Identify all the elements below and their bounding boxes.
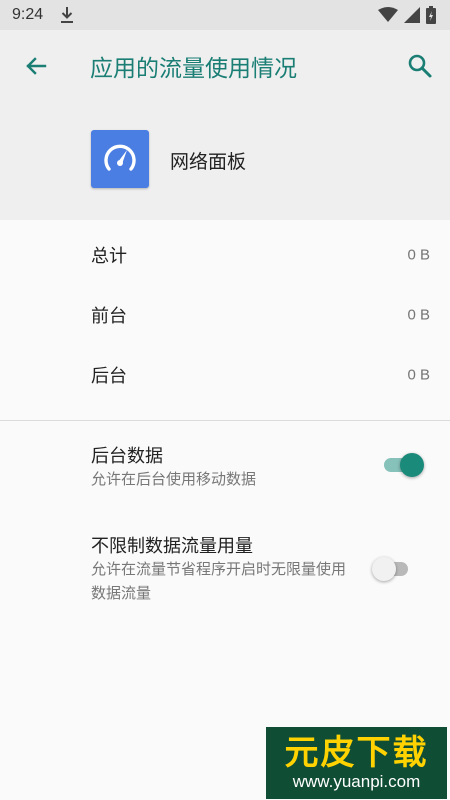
usage-label: 前台 bbox=[91, 306, 127, 327]
page-title: 应用的流量使用情况 bbox=[90, 56, 297, 82]
back-button[interactable] bbox=[18, 48, 54, 84]
section-divider bbox=[0, 420, 450, 421]
usage-value: 0 B bbox=[407, 246, 430, 264]
app-name: 网络面板 bbox=[170, 151, 247, 173]
usage-value: 0 B bbox=[407, 366, 430, 384]
usage-row-foreground: 前台 0 B bbox=[0, 285, 450, 345]
unrestricted-data-toggle[interactable] bbox=[372, 556, 416, 582]
app-icon bbox=[91, 130, 149, 188]
watermark-url: www.yuanpi.com bbox=[292, 772, 421, 791]
usage-row-total: 总计 0 B bbox=[0, 225, 450, 285]
status-time: 9:24 bbox=[12, 6, 44, 23]
cell-signal-icon bbox=[404, 7, 420, 23]
speedometer-icon bbox=[104, 144, 136, 171]
toggle-thumb bbox=[372, 557, 396, 581]
battery-icon bbox=[426, 6, 436, 24]
setting-title: 后台数据 bbox=[91, 446, 163, 467]
usage-row-background: 后台 0 B bbox=[0, 345, 450, 405]
usage-label: 总计 bbox=[91, 246, 127, 267]
setting-title: 不限制数据流量用量 bbox=[91, 536, 253, 557]
wifi-icon bbox=[378, 7, 398, 22]
back-arrow-icon bbox=[26, 57, 47, 75]
watermark-logo: 元皮下载 www.yuanpi.com bbox=[266, 727, 447, 799]
status-bar: 9:24 bbox=[0, 0, 450, 30]
background-data-toggle[interactable] bbox=[382, 452, 426, 478]
download-icon bbox=[61, 7, 74, 23]
setting-background-data[interactable]: 后台数据 允许在后台使用移动数据 bbox=[0, 432, 450, 510]
usage-label: 后台 bbox=[91, 366, 127, 387]
toolbar: 应用的流量使用情况 bbox=[0, 30, 450, 102]
toggle-thumb bbox=[400, 453, 424, 477]
status-icons bbox=[378, 6, 436, 24]
setting-summary: 允许在流量节省程序开启时无限量使用数据流量 bbox=[91, 560, 347, 602]
search-button[interactable] bbox=[402, 48, 438, 84]
search-icon bbox=[408, 54, 432, 78]
setting-unrestricted-data[interactable]: 不限制数据流量用量 允许在流量节省程序开启时无限量使用数据流量 bbox=[0, 522, 450, 612]
app-header: 应用的流量使用情况 网络面板 bbox=[0, 30, 450, 220]
setting-summary: 允许在后台使用移动数据 bbox=[91, 470, 257, 488]
watermark-brand: 元皮下载 bbox=[284, 733, 429, 773]
usage-value: 0 B bbox=[407, 306, 430, 324]
